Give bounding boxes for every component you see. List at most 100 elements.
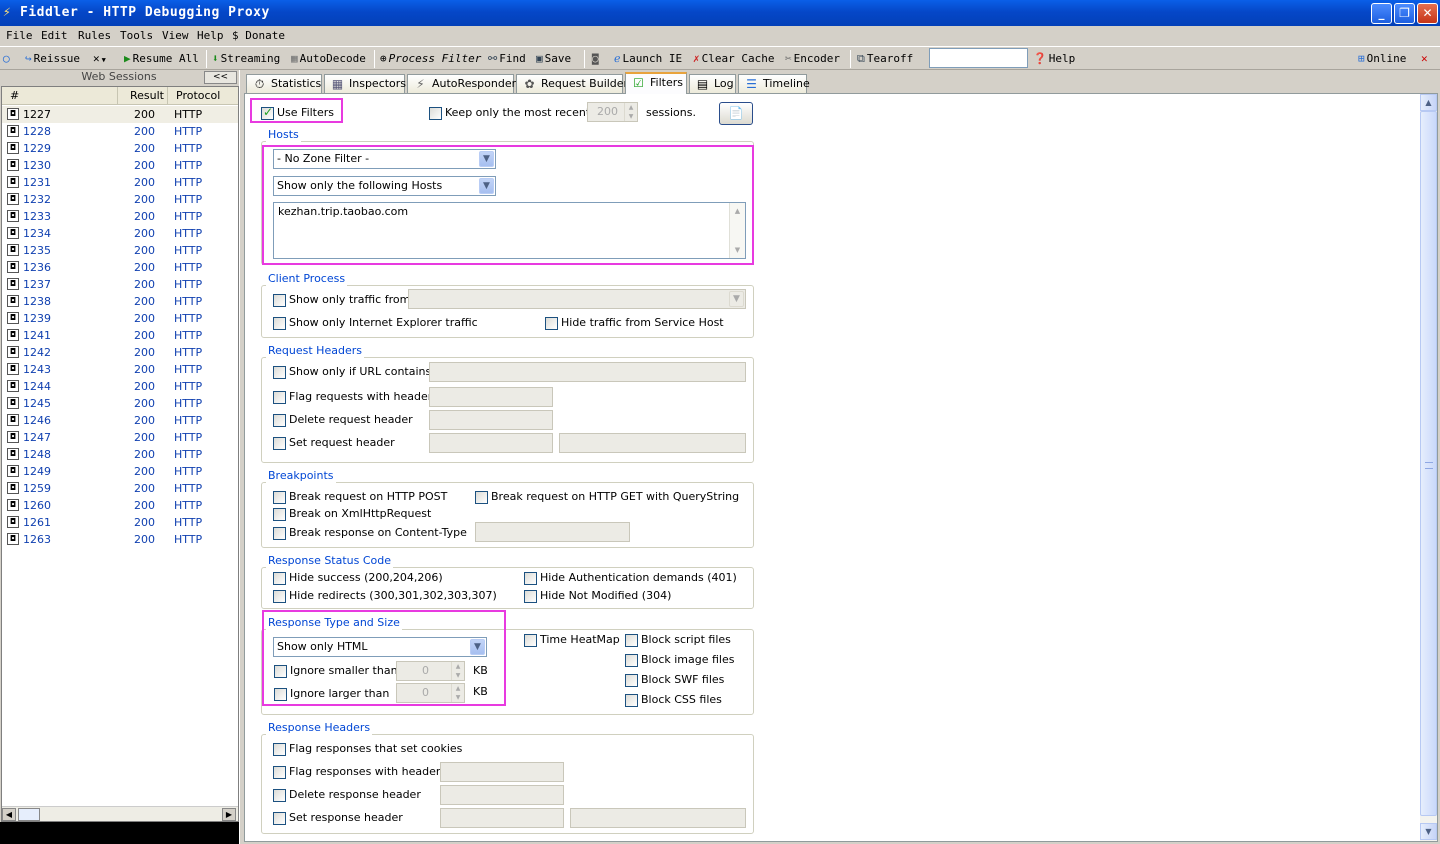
remove-button[interactable]: ✕ ▼ bbox=[93, 50, 108, 68]
break-post-checkbox[interactable] bbox=[273, 491, 286, 504]
scroll-left-icon[interactable]: ◀ bbox=[2, 808, 16, 821]
reissue-button[interactable]: ↪ Reissue bbox=[25, 50, 80, 68]
table-row[interactable]: ◘ 1260 200 HTTP bbox=[2, 497, 238, 514]
set-request-header-value-input[interactable] bbox=[559, 433, 746, 453]
block-image-checkbox[interactable] bbox=[625, 654, 638, 667]
delete-response-header-input[interactable] bbox=[440, 785, 564, 805]
table-row[interactable]: ◘ 1228 200 HTTP bbox=[2, 123, 238, 140]
table-row[interactable]: ◘ 1263 200 HTTP bbox=[2, 531, 238, 548]
table-row[interactable]: ◘ 1245 200 HTTP bbox=[2, 395, 238, 412]
hide-auth-checkbox[interactable] bbox=[524, 572, 537, 585]
table-row[interactable]: ◘ 1227 200 HTTP bbox=[2, 106, 238, 123]
close-toolbar-icon[interactable]: ✕ bbox=[1421, 50, 1428, 68]
screenshot-button[interactable]: ◙ bbox=[592, 50, 601, 68]
hide-redirects-checkbox[interactable] bbox=[273, 590, 286, 603]
encoder-button[interactable]: ✂ Encoder bbox=[785, 50, 840, 68]
col-protocol[interactable]: Protocol bbox=[168, 87, 238, 104]
tab-timeline[interactable]: ☰ Timeline bbox=[738, 74, 810, 94]
quick-exec-input[interactable] bbox=[929, 48, 1028, 68]
delete-request-header-checkbox[interactable] bbox=[273, 414, 286, 427]
menu-edit[interactable]: Edit bbox=[41, 26, 68, 46]
scroll-thumb[interactable] bbox=[1420, 111, 1437, 816]
set-response-header-name-input[interactable] bbox=[440, 808, 564, 828]
table-row[interactable]: ◘ 1238 200 HTTP bbox=[2, 293, 238, 310]
tab-autoresponder[interactable]: ⚡ AutoResponder bbox=[407, 74, 516, 94]
tearoff-button[interactable]: ⧉ Tearoff bbox=[857, 50, 913, 68]
flag-response-header-checkbox[interactable] bbox=[273, 766, 286, 779]
find-button[interactable]: ⚯ Find bbox=[488, 50, 526, 68]
table-row[interactable]: ◘ 1247 200 HTTP bbox=[2, 429, 238, 446]
minimize-button[interactable]: _ bbox=[1371, 3, 1392, 24]
table-row[interactable]: ◘ 1230 200 HTTP bbox=[2, 157, 238, 174]
maximize-button[interactable]: ❐ bbox=[1394, 3, 1415, 24]
process-filter-button[interactable]: ⊕ Process Filter bbox=[380, 50, 481, 68]
tab-statistics[interactable]: ⏱ Statistics bbox=[246, 74, 322, 94]
url-contains-checkbox[interactable] bbox=[273, 366, 286, 379]
set-request-header-name-input[interactable] bbox=[429, 433, 553, 453]
table-row[interactable]: ◘ 1261 200 HTTP bbox=[2, 514, 238, 531]
url-contains-input[interactable] bbox=[429, 362, 746, 382]
col-number[interactable]: # bbox=[2, 87, 118, 104]
table-row[interactable]: ◘ 1231 200 HTTP bbox=[2, 174, 238, 191]
table-row[interactable]: ◘ 1235 200 HTTP bbox=[2, 242, 238, 259]
collapse-button[interactable]: << bbox=[204, 71, 237, 84]
set-response-header-checkbox[interactable] bbox=[273, 812, 286, 825]
table-row[interactable]: ◘ 1246 200 HTTP bbox=[2, 412, 238, 429]
tab-log[interactable]: ▤ Log bbox=[689, 74, 736, 94]
autodecode-button[interactable]: ▦ AutoDecode bbox=[291, 50, 366, 68]
table-row[interactable]: ◘ 1237 200 HTTP bbox=[2, 276, 238, 293]
splitter[interactable] bbox=[239, 70, 243, 844]
save-button[interactable]: ▣ Save bbox=[536, 50, 571, 68]
launch-ie-button[interactable]: ℯ Launch IE bbox=[614, 50, 682, 68]
table-row[interactable]: ◘ 1236 200 HTTP bbox=[2, 259, 238, 276]
clear-cache-button[interactable]: ✗ Clear Cache bbox=[693, 50, 774, 68]
table-row[interactable]: ◘ 1243 200 HTTP bbox=[2, 361, 238, 378]
scroll-down-icon[interactable]: ▼ bbox=[1420, 823, 1437, 840]
tab-request-builder[interactable]: ✿ Request Builder bbox=[516, 74, 628, 94]
block-css-checkbox[interactable] bbox=[625, 694, 638, 707]
flag-response-header-input[interactable] bbox=[440, 762, 564, 782]
table-row[interactable]: ◘ 1241 200 HTTP bbox=[2, 327, 238, 344]
flag-request-header-input[interactable] bbox=[429, 387, 553, 407]
col-result[interactable]: Result bbox=[118, 87, 168, 104]
table-row[interactable]: ◘ 1242 200 HTTP bbox=[2, 344, 238, 361]
break-xhr-checkbox[interactable] bbox=[273, 508, 286, 521]
comment-button[interactable]: ◯ bbox=[3, 50, 12, 68]
menu-donate[interactable]: $ Donate bbox=[232, 26, 285, 46]
menu-file[interactable]: File bbox=[6, 26, 33, 46]
table-row[interactable]: ◘ 1233 200 HTTP bbox=[2, 208, 238, 225]
menu-view[interactable]: View bbox=[162, 26, 189, 46]
spin-up-icon[interactable]: ▲ bbox=[624, 103, 637, 112]
flag-cookies-checkbox[interactable] bbox=[273, 743, 286, 756]
table-row[interactable]: ◘ 1239 200 HTTP bbox=[2, 310, 238, 327]
block-swf-checkbox[interactable] bbox=[625, 674, 638, 687]
delete-response-header-checkbox[interactable] bbox=[273, 789, 286, 802]
table-row[interactable]: ◘ 1249 200 HTTP bbox=[2, 463, 238, 480]
block-script-checkbox[interactable] bbox=[625, 634, 638, 647]
process-select[interactable]: ▼ bbox=[408, 289, 746, 309]
hide-success-checkbox[interactable] bbox=[273, 572, 286, 585]
close-button[interactable]: ✕ bbox=[1417, 3, 1438, 24]
content-type-input[interactable] bbox=[475, 522, 630, 542]
hide-not-modified-checkbox[interactable] bbox=[524, 590, 537, 603]
resume-all-button[interactable]: ▶ Resume All bbox=[124, 50, 199, 68]
table-row[interactable]: ◘ 1234 200 HTTP bbox=[2, 225, 238, 242]
tab-filters[interactable]: ☑ Filters bbox=[625, 72, 687, 94]
set-request-header-checkbox[interactable] bbox=[273, 437, 286, 450]
recent-count-spinner[interactable]: 200 ▲ ▼ bbox=[587, 102, 638, 122]
keep-recent-checkbox[interactable] bbox=[429, 107, 442, 120]
streaming-button[interactable]: ⬇ Streaming bbox=[212, 50, 280, 68]
hide-service-host-checkbox[interactable] bbox=[545, 317, 558, 330]
traffic-from-checkbox[interactable] bbox=[273, 294, 286, 307]
filters-vscrollbar[interactable]: ▲ ▼ bbox=[1420, 94, 1437, 841]
ie-only-checkbox[interactable] bbox=[273, 317, 286, 330]
break-content-type-checkbox[interactable] bbox=[273, 527, 286, 540]
tab-inspectors[interactable]: ▦ Inspectors bbox=[324, 74, 406, 94]
sessions-hscrollbar[interactable]: ◀ ▶ bbox=[2, 806, 238, 821]
table-row[interactable]: ◘ 1259 200 HTTP bbox=[2, 480, 238, 497]
table-row[interactable]: ◘ 1229 200 HTTP bbox=[2, 140, 238, 157]
time-heatmap-checkbox[interactable] bbox=[524, 634, 537, 647]
flag-request-header-checkbox[interactable] bbox=[273, 391, 286, 404]
table-row[interactable]: ◘ 1248 200 HTTP bbox=[2, 446, 238, 463]
set-response-header-value-input[interactable] bbox=[570, 808, 746, 828]
